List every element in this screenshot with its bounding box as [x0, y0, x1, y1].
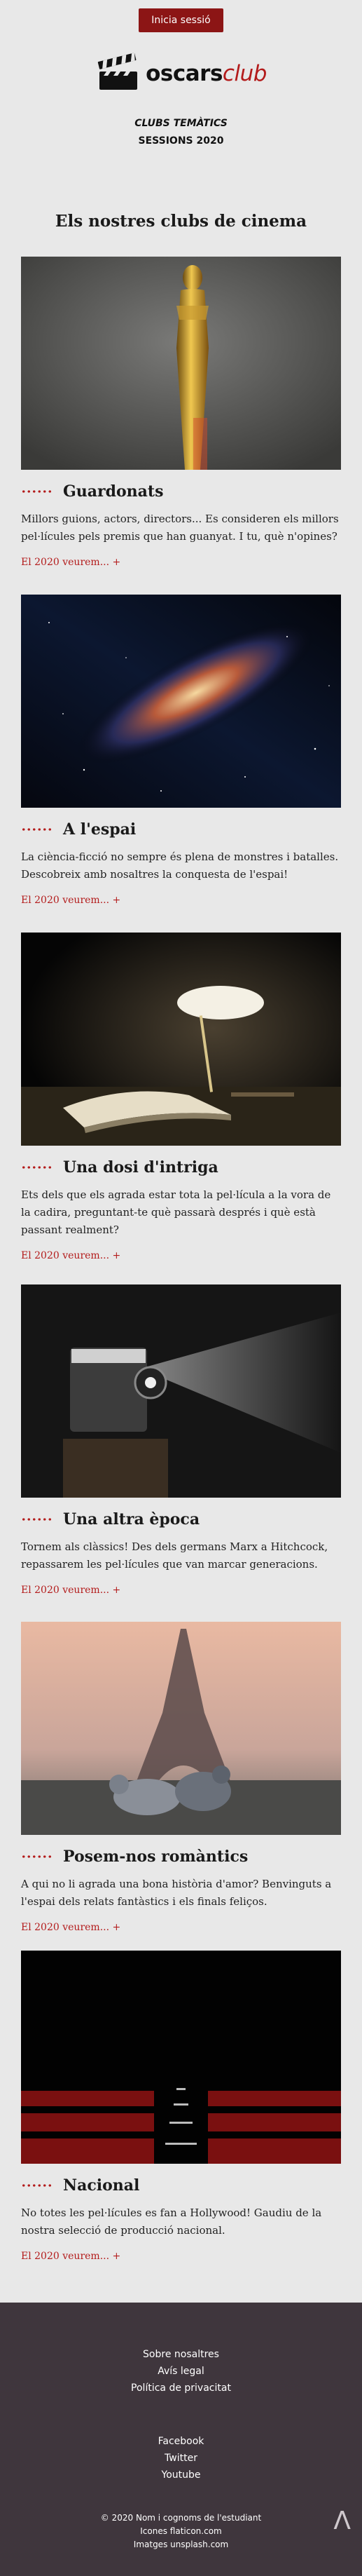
social-link-twitter[interactable]: Twitter — [0, 2450, 362, 2467]
clapperboard-icon — [97, 53, 138, 90]
tagline-sessions: SESSIONS 2020 — [138, 135, 224, 147]
tagline: CLUBS TEMÀTICS SESSIONS 2020 — [0, 115, 362, 150]
club-more-link[interactable]: El 2020 veurem... + — [21, 557, 120, 568]
club-heading: Guardonats — [21, 482, 341, 501]
club-heading: Una altra època — [21, 1510, 341, 1528]
club-heading: Posem-nos romàntics — [21, 1848, 341, 1866]
club-description: A qui no li agrada una bona història d'a… — [21, 1878, 332, 1908]
club-card: Una dosi d'intriga Ets dels que els agra… — [21, 933, 341, 1261]
dots-icon — [21, 2184, 53, 2187]
logo[interactable]: oscarsclub — [0, 50, 362, 97]
club-description: No totes les pel·lícules es fan a Hollyw… — [21, 2206, 322, 2237]
club-card: Guardonats Millors guions, actors, direc… — [21, 257, 341, 568]
footer-meta: © 2020 Nom i cognoms de l'estudiant Icon… — [0, 2511, 362, 2551]
footer-link-about[interactable]: Sobre nosaltres — [0, 2346, 362, 2363]
social-link-youtube[interactable]: Youtube — [0, 2467, 362, 2483]
club-card: Posem-nos romàntics A qui no li agrada u… — [21, 1622, 341, 1933]
club-title: A l'espai — [63, 820, 137, 839]
club-more-link[interactable]: El 2020 veurem... + — [21, 895, 120, 906]
dots-icon — [21, 1166, 53, 1169]
club-description: La ciència-ficció no sempre és plena de … — [21, 850, 339, 881]
footer-links: Sobre nosaltres Avís legal Política de p… — [0, 2346, 362, 2397]
footer-link-legal[interactable]: Avís legal — [0, 2363, 362, 2380]
page-header: Inicia sessió oscarsclub CLUBS TEMÀTICS … — [0, 0, 362, 150]
logo-word-club: club — [222, 61, 267, 86]
dots-icon — [21, 828, 53, 831]
club-heading: Una dosi d'intriga — [21, 1158, 341, 1177]
club-description: Tornem als clàssics! Des dels germans Ma… — [21, 1540, 328, 1571]
dots-icon — [21, 1855, 53, 1858]
club-title: Una dosi d'intriga — [63, 1158, 218, 1177]
dots-icon — [21, 490, 53, 493]
footer-social: Facebook Twitter Youtube — [0, 2433, 362, 2483]
footer-link-privacy[interactable]: Política de privacitat — [0, 2380, 362, 2397]
caret-up-icon[interactable]: Λ — [333, 2509, 351, 2534]
club-more-link[interactable]: El 2020 veurem... + — [21, 1585, 120, 1596]
images-credit: Imatges unsplash.com — [133, 2540, 229, 2549]
club-title: Nacional — [63, 2176, 140, 2195]
club-more-link[interactable]: El 2020 veurem... + — [21, 1922, 120, 1933]
logo-word-oscars: oscars — [146, 61, 223, 86]
club-heading: A l'espai — [21, 820, 341, 839]
page-footer: Sobre nosaltres Avís legal Política de p… — [0, 2303, 362, 2576]
logo-text: oscarsclub — [146, 61, 267, 86]
club-title: Guardonats — [63, 482, 164, 501]
club-image-lamp — [21, 933, 341, 1146]
club-image-projector — [21, 1284, 341, 1498]
page-title: Els nostres clubs de cinema — [55, 212, 307, 231]
club-card: Nacional No totes les pel·lícules es fan… — [21, 1951, 341, 2262]
club-more-link[interactable]: El 2020 veurem... + — [21, 2251, 120, 2262]
club-card: A l'espai La ciència-ficció no sempre és… — [21, 595, 341, 906]
club-image-oscar — [21, 257, 341, 470]
club-description: Ets dels que els agrada estar tota la pe… — [21, 1188, 331, 1236]
club-heading: Nacional — [21, 2176, 341, 2195]
club-more-link[interactable]: El 2020 veurem... + — [21, 1250, 120, 1261]
club-image-cinema — [21, 1951, 341, 2164]
club-image-eiffel — [21, 1622, 341, 1835]
login-button[interactable]: Inicia sessió — [139, 8, 223, 32]
club-title: Posem-nos romàntics — [63, 1848, 249, 1866]
dots-icon — [21, 1518, 53, 1521]
club-card: Una altra època Tornem als clàssics! Des… — [21, 1284, 341, 1596]
club-description: Millors guions, actors, directors... Es … — [21, 513, 339, 543]
copyright-text: © 2020 Nom i cognoms de l'estudiant — [100, 2513, 262, 2523]
social-link-facebook[interactable]: Facebook — [0, 2433, 362, 2450]
club-image-space — [21, 595, 341, 808]
icons-credit: Icones flaticon.com — [140, 2526, 222, 2536]
tagline-clubs: CLUBS TEMÀTICS — [134, 118, 228, 129]
club-title: Una altra època — [63, 1510, 200, 1528]
